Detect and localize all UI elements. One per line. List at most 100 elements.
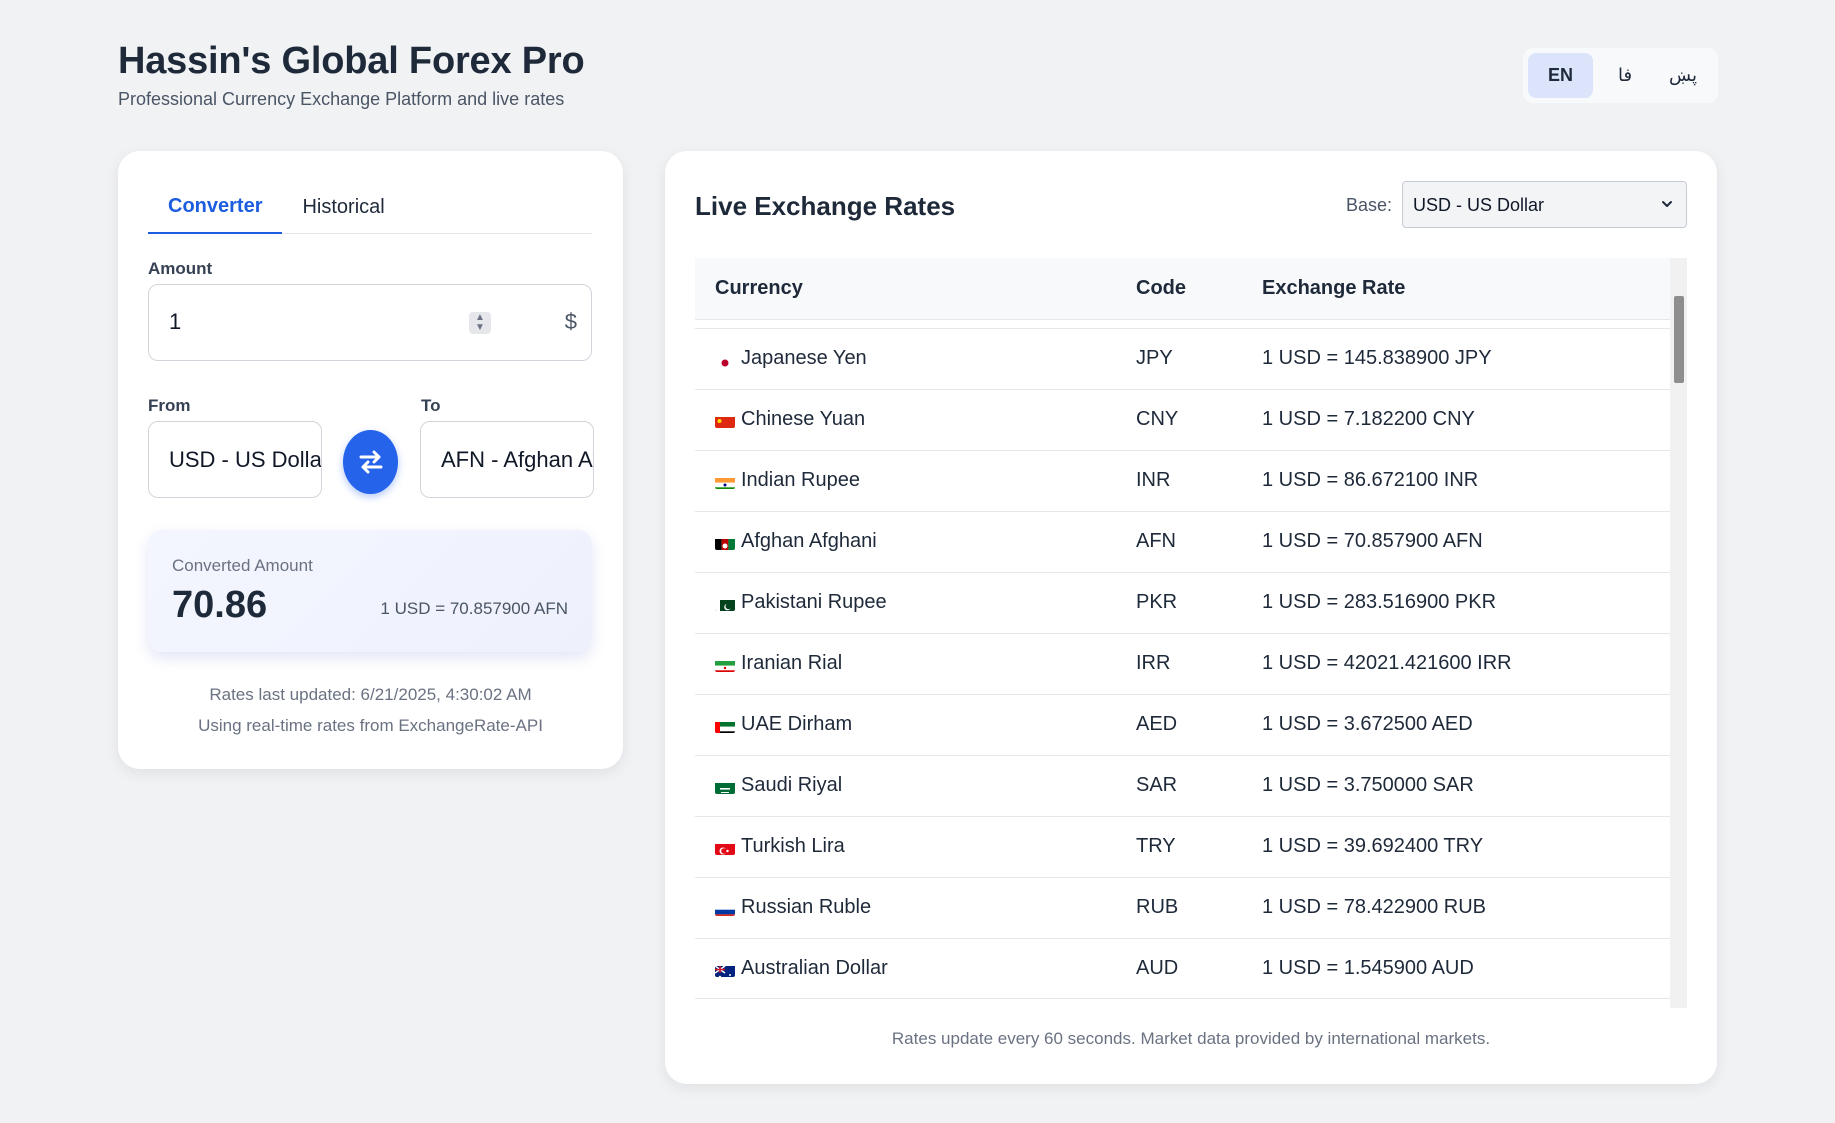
live-rates-card: Live Exchange Rates Base: USD - US Dolla… [665, 151, 1717, 1084]
exchange-rate: 1 USD = 39.692400 TRY [1262, 835, 1484, 857]
currency-name: Japanese Yen [741, 347, 867, 369]
currency-name: Indian Rupee [741, 469, 860, 491]
currency-code: AUD [1136, 957, 1179, 979]
rates-table: Currency Code Exchange Rate Japanese Yen… [695, 258, 1687, 1008]
flag-cn-icon [715, 414, 735, 428]
scrollbar-thumb[interactable] [1674, 296, 1684, 383]
table-row: Indian Rupee INR 1 USD = 86.672100 INR [695, 450, 1670, 511]
result-value: 70.86 [172, 584, 268, 626]
flag-au-icon [715, 963, 735, 977]
exchange-rate: 1 USD = 145.838900 JPY [1262, 347, 1492, 369]
flag-ir-icon [715, 658, 735, 672]
currency-code: CNY [1136, 408, 1179, 430]
base-currency-select[interactable]: USD - US Dollar [1402, 181, 1687, 228]
currency-code: INR [1136, 469, 1171, 491]
result-rate: 1 USD = 70.857900 AFN [380, 599, 568, 618]
lang-option-fa[interactable]: فا [1599, 53, 1651, 98]
rates-table-body: Japanese Yen JPY 1 USD = 145.838900 JPY Chi… [695, 328, 1670, 999]
exchange-rate: 1 USD = 42021.421600 IRR [1262, 652, 1512, 674]
rates-table-header: Currency Code Exchange Rate [695, 258, 1670, 320]
column-header-currency: Currency [715, 277, 803, 299]
amount-input[interactable]: 1 ▲ ▼ $ [148, 284, 592, 361]
exchange-rate: 1 USD = 3.672500 AED [1262, 713, 1473, 735]
table-row: Chinese Yuan CNY 1 USD = 7.182200 CNY [695, 389, 1670, 450]
from-currency-value: USD - US Dollar [169, 447, 322, 472]
currency-code: TRY [1136, 835, 1176, 857]
currency-name: Australian Dollar [741, 957, 888, 979]
flag-jp-icon [715, 353, 735, 367]
table-scrollbar[interactable] [1670, 258, 1687, 1008]
table-row: Russian Ruble RUB 1 USD = 78.422900 RUB [695, 877, 1670, 938]
flag-ru-icon [715, 902, 735, 916]
table-row: Japanese Yen JPY 1 USD = 145.838900 JPY [695, 328, 1670, 389]
from-label: From [148, 396, 191, 415]
currency-code: RUB [1136, 896, 1179, 918]
language-switcher: EN فا پښ [1523, 48, 1718, 103]
exchange-rate: 1 USD = 1.545900 AUD [1262, 957, 1474, 979]
swap-icon [359, 450, 382, 474]
conversion-result: Converted Amount 70.86 1 USD = 70.857900… [148, 530, 592, 652]
converter-card: Converter Historical Amount 1 ▲ ▼ $ From … [118, 151, 623, 769]
exchange-rate: 1 USD = 86.672100 INR [1262, 469, 1479, 491]
currency-name: Pakistani Rupee [741, 591, 887, 613]
flag-af-icon [715, 536, 735, 550]
table-row: Pakistani Rupee PKR 1 USD = 283.516900 PKR [695, 572, 1670, 633]
page-header: Hassin's Global Forex Pro Professional C… [118, 40, 585, 110]
currency-code: AED [1136, 713, 1178, 735]
dollar-icon: $ [564, 309, 577, 334]
flag-ae-icon [715, 719, 735, 733]
column-header-code: Code [1136, 277, 1186, 299]
currency-code: SAR [1136, 774, 1178, 796]
converter-tabs: Converter Historical [148, 181, 592, 234]
rates-source-text: Using real-time rates from ExchangeRate-… [198, 716, 543, 735]
exchange-rate: 1 USD = 283.516900 PKR [1262, 591, 1497, 613]
base-currency-value: USD - US Dollar [1413, 195, 1545, 215]
flag-in-icon [715, 475, 735, 489]
currency-code: IRR [1136, 652, 1171, 674]
table-row: Iranian Rial IRR 1 USD = 42021.421600 IRR [695, 633, 1670, 694]
rates-title: Live Exchange Rates [695, 191, 956, 221]
currency-name: Turkish Lira [741, 835, 845, 857]
exchange-rate: 1 USD = 7.182200 CNY [1262, 408, 1475, 430]
exchange-rate: 1 USD = 70.857900 AFN [1262, 530, 1483, 552]
to-currency-value: AFN - Afghan Afghani [441, 447, 593, 472]
currency-code: AFN [1136, 530, 1176, 552]
flag-pk-icon [715, 597, 735, 611]
tab-converter[interactable]: Converter [148, 181, 283, 234]
amount-spinner-icon[interactable]: ▲ ▼ [469, 312, 491, 334]
table-row: Turkish Lira TRY 1 USD = 39.692400 TRY [695, 816, 1670, 877]
rates-footer: Rates update every 60 seconds. Market da… [891, 1029, 1491, 1048]
amount-value: 1 [169, 309, 182, 334]
currency-code: JPY [1136, 347, 1173, 369]
lang-option-en[interactable]: EN [1528, 53, 1593, 98]
flag-sa-icon [715, 780, 735, 794]
from-currency-select[interactable]: USD - US Dollar [148, 421, 322, 498]
app-title: Hassin's Global Forex Pro [118, 40, 585, 82]
chevron-down-icon [1662, 201, 1672, 207]
currency-name: Russian Ruble [741, 896, 872, 918]
exchange-rate: 1 USD = 3.750000 SAR [1262, 774, 1474, 796]
currency-name: Iranian Rial [741, 652, 843, 674]
exchange-rate: 1 USD = 78.422900 RUB [1262, 896, 1487, 918]
base-label: Base: [1346, 195, 1393, 215]
table-row: Australian Dollar AUD 1 USD = 1.545900 AUD [695, 938, 1670, 999]
table-row: Afghan Afghani AFN 1 USD = 70.857900 AFN [695, 511, 1670, 572]
lang-option-ps[interactable]: پښ [1657, 53, 1709, 98]
currency-name: Chinese Yuan [741, 408, 866, 430]
swap-currencies-button[interactable] [343, 430, 398, 494]
result-label: Converted Amount [172, 556, 313, 575]
flag-tr-icon [715, 841, 735, 855]
column-header-rate: Exchange Rate [1262, 277, 1406, 299]
rates-updated-text: Rates last updated: 6/21/2025, 4:30:02 A… [209, 685, 532, 704]
table-row: UAE Dirham AED 1 USD = 3.672500 AED [695, 694, 1670, 755]
currency-name: Saudi Riyal [741, 774, 843, 796]
tab-historical[interactable]: Historical [282, 181, 404, 234]
to-label: To [421, 396, 441, 415]
currency-code: PKR [1136, 591, 1178, 613]
currency-name: UAE Dirham [741, 713, 853, 735]
currency-name: Afghan Afghani [741, 530, 877, 552]
amount-label: Amount [148, 259, 213, 278]
table-row: Saudi Riyal SAR 1 USD = 3.750000 SAR [695, 755, 1670, 816]
to-currency-select[interactable]: AFN - Afghan Afghani [420, 421, 594, 498]
app-subtitle: Professional Currency Exchange Platform … [118, 89, 565, 109]
